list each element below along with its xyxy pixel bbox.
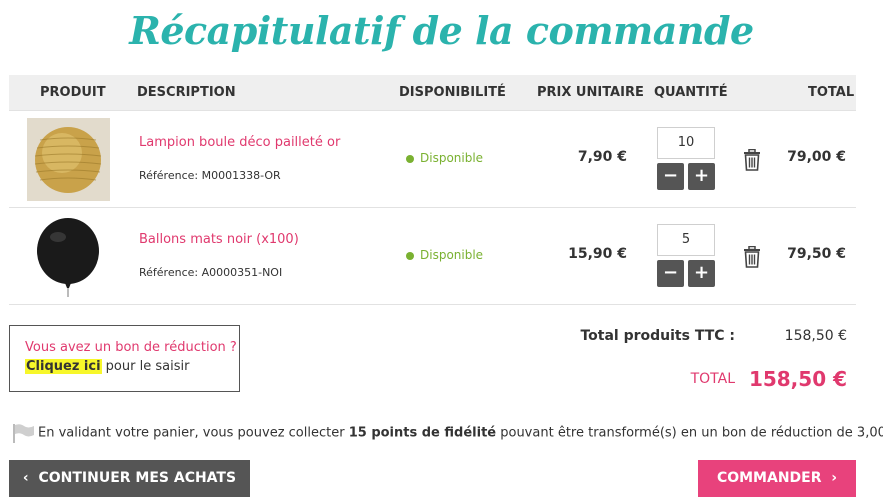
subtotal-label: Total produits TTC :: [580, 328, 735, 344]
trash-icon[interactable]: [742, 246, 762, 268]
quantity-input[interactable]: 10: [657, 127, 715, 159]
continue-label: CONTINUER MES ACHATS: [38, 470, 237, 486]
status-dot-icon: [406, 251, 414, 260]
header-quantity: QUANTITÉ: [654, 85, 728, 100]
quantity-decrease-button[interactable]: −: [657, 163, 684, 190]
order-button[interactable]: COMMANDER ›: [698, 460, 856, 497]
subtotal-value: 158,50 €: [784, 328, 847, 344]
cart-row: Lampion boule déco pailleté or Référence…: [9, 111, 856, 208]
loyalty-points: 15 points de fidélité: [348, 425, 497, 441]
gold-lantern-image[interactable]: [27, 118, 110, 201]
header-unit-price: PRIX UNITAIRE: [537, 85, 644, 100]
chevron-left-icon: ‹: [22, 470, 29, 486]
unit-price: 15,90 €: [568, 246, 627, 262]
cart-table-header: PRODUIT DESCRIPTION DISPONIBILITÉ PRIX U…: [9, 75, 856, 111]
quantity-input[interactable]: 5: [657, 224, 715, 256]
product-name-link[interactable]: Lampion boule déco pailleté or: [139, 135, 340, 150]
product-name-link[interactable]: Ballons mats noir (x100): [139, 232, 299, 247]
line-total: 79,00 €: [787, 149, 846, 165]
chevron-right-icon: ›: [831, 470, 838, 486]
unit-price: 7,90 €: [577, 149, 627, 165]
header-availability: DISPONIBILITÉ: [399, 85, 506, 100]
coupon-box: Vous avez un bon de réduction ? Cliquez …: [9, 325, 240, 392]
loyalty-prefix: En validant votre panier, vous pouvez co…: [38, 425, 349, 441]
coupon-question: Vous avez un bon de réduction ?: [25, 340, 237, 355]
black-balloon-image[interactable]: [27, 215, 110, 298]
total-label: TOTAL: [690, 371, 735, 387]
loyalty-suffix: pouvant être transformé(s) en un bon de …: [496, 425, 883, 441]
coupon-suffix: pour le saisir: [101, 359, 190, 374]
header-product: PRODUIT: [40, 85, 106, 100]
coupon-instruction: Cliquez ici pour le saisir: [25, 359, 189, 374]
availability-text: Disponible: [420, 151, 484, 165]
quantity-increase-button[interactable]: +: [688, 163, 715, 190]
header-description: DESCRIPTION: [137, 85, 236, 100]
continue-shopping-button[interactable]: ‹ CONTINUER MES ACHATS: [9, 460, 250, 497]
total-value: 158,50 €: [748, 367, 847, 391]
page-title: Récapitulatif de la commande: [129, 8, 754, 53]
order-label: COMMANDER: [716, 470, 822, 486]
quantity-increase-button[interactable]: +: [688, 260, 715, 287]
trash-icon[interactable]: [742, 149, 762, 171]
availability-status: Disponible: [406, 248, 483, 262]
header-total: TOTAL: [808, 85, 855, 100]
availability-text: Disponible: [420, 248, 484, 262]
status-dot-icon: [406, 154, 414, 163]
coupon-link[interactable]: Cliquez ici: [25, 359, 102, 374]
loyalty-message: En validant votre panier, vous pouvez co…: [11, 423, 883, 443]
cart-row: Ballons mats noir (x100) Référence: A000…: [9, 208, 856, 305]
product-reference: Référence: A0000351-NOI: [139, 266, 283, 279]
availability-status: Disponible: [406, 151, 483, 165]
line-total: 79,50 €: [787, 246, 846, 262]
quantity-decrease-button[interactable]: −: [657, 260, 684, 287]
product-reference: Référence: M0001338-OR: [139, 169, 281, 182]
flag-icon: [13, 424, 34, 443]
